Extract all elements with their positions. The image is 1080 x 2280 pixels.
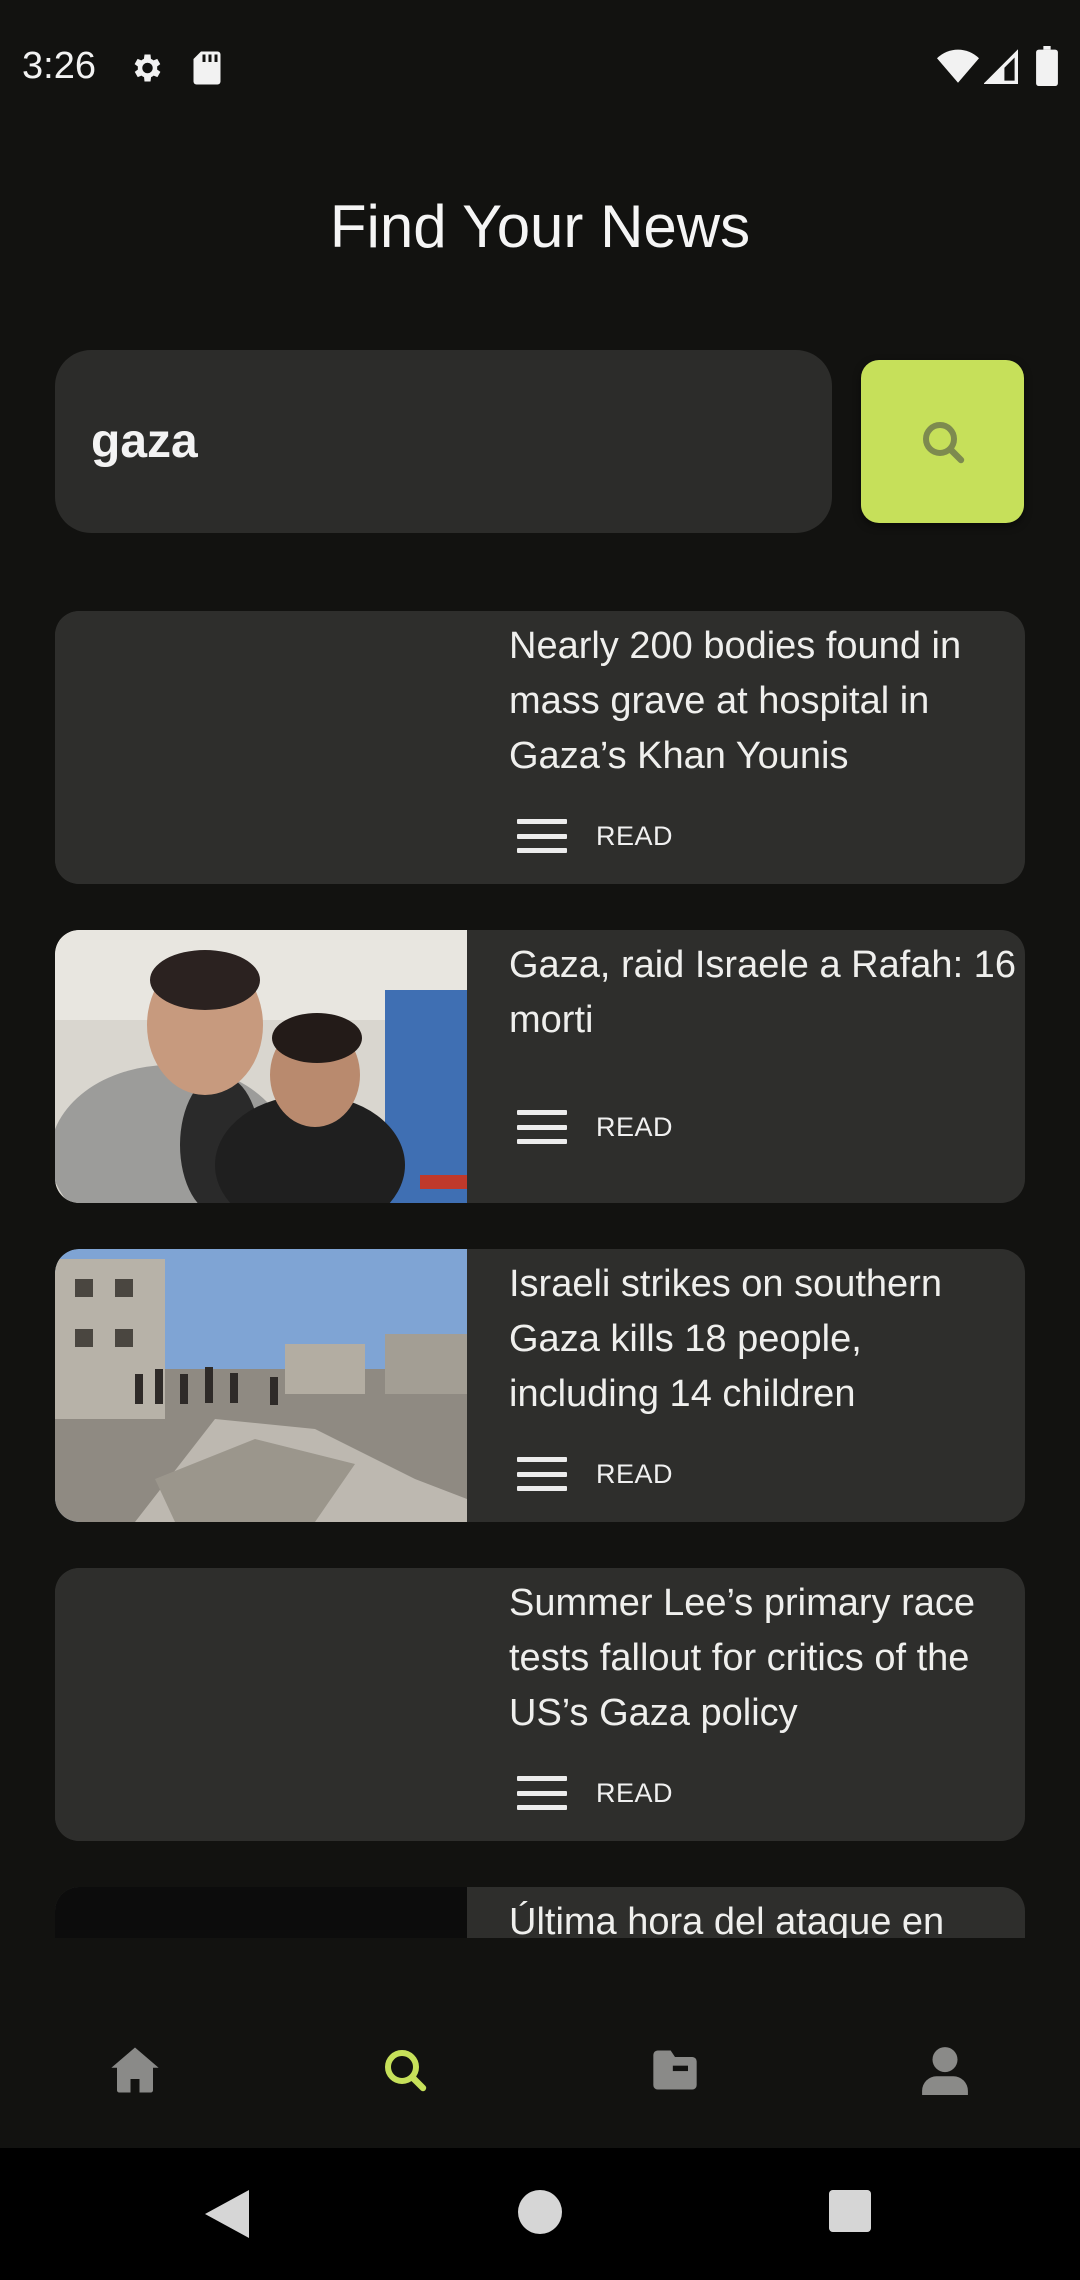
news-image [55,1249,467,1522]
read-label: READ [596,1777,674,1808]
news-title: Nearly 200 bodies found in mass grave at… [509,625,962,777]
news-title: Summer Lee’s primary race tests fallout … [509,1582,976,1734]
signal-icon [984,49,1018,84]
results-list[interactable]: Nearly 200 bodies found in mass grave at… [55,611,1025,1938]
system-navigation-bar [0,2148,1080,2280]
search-icon [922,421,964,463]
back-icon[interactable] [205,2190,249,2238]
news-card[interactable]: Nearly 200 bodies found in mass grave at… [55,611,1025,884]
search-box[interactable] [55,350,832,533]
read-button[interactable]: READ [517,1457,673,1491]
search-input[interactable] [89,413,793,470]
nav-saved[interactable] [635,2030,715,2110]
read-button[interactable]: READ [517,819,673,853]
status-bar: 3:26 [0,0,1080,130]
read-button[interactable]: READ [517,1776,673,1810]
menu-lines-icon [517,1457,567,1491]
page-title: Find Your News [329,193,751,260]
menu-lines-icon [517,819,567,853]
news-title: Gaza, raid Israele a Rafah: 16 morti [509,944,1016,1041]
home-icon [111,2047,159,2093]
news-image [55,1887,467,1938]
gear-icon [134,54,161,82]
news-image [55,930,467,1203]
bottom-navigation [0,1990,1080,2148]
wifi-icon [937,49,979,83]
nav-home[interactable] [95,2030,175,2110]
menu-lines-icon [517,1776,567,1810]
nav-profile[interactable] [905,2030,985,2110]
news-card[interactable]: Israeli strikes on southern Gaza kills 1… [55,1249,1025,1522]
read-button[interactable]: READ [517,1110,673,1144]
news-title: Israeli strikes on southern Gaza kills 1… [509,1263,942,1415]
person-icon [922,2047,968,2095]
search-button[interactable] [861,360,1024,523]
battery-icon [1036,46,1058,86]
home-circle-icon[interactable] [518,2190,562,2234]
news-image-placeholder [55,1568,467,1841]
menu-lines-icon [517,1110,567,1144]
news-card[interactable]: Última hora del ataque en [55,1887,1025,1938]
recents-icon[interactable] [829,2190,871,2232]
folder-icon [653,2050,697,2090]
news-title: Última hora del ataque en [509,1901,945,1938]
read-label: READ [596,1458,674,1489]
news-card[interactable]: Gaza, raid Israele a Rafah: 16 morti REA… [55,930,1025,1203]
news-card[interactable]: Summer Lee’s primary race tests fallout … [55,1568,1025,1841]
search-icon [385,2050,427,2092]
news-image-placeholder [55,611,467,884]
nav-search[interactable] [365,2030,445,2110]
read-label: READ [596,820,674,851]
status-time: 3:26 [22,45,96,87]
read-label: READ [596,1111,674,1142]
sd-card-icon [193,51,221,85]
